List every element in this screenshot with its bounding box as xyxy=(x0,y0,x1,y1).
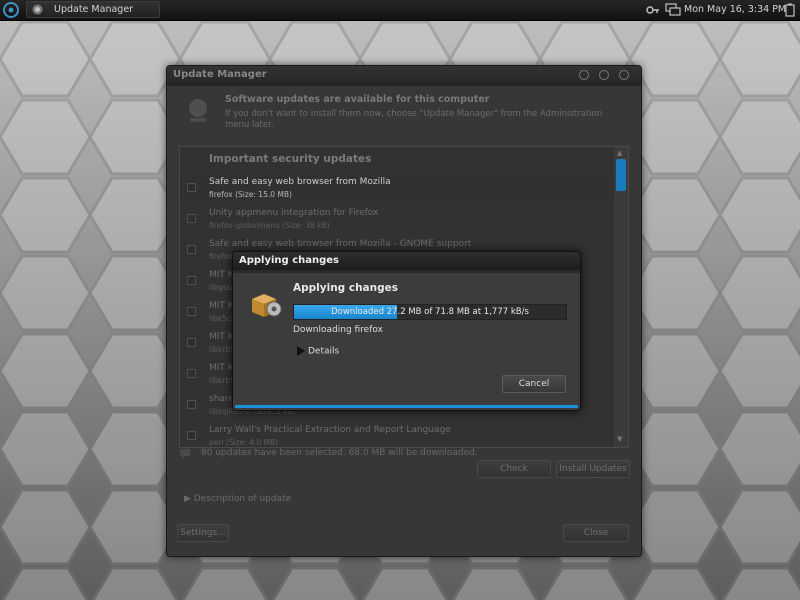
clock[interactable]: Mon May 16, 3:34 PM xyxy=(684,4,786,15)
update-checkbox[interactable] xyxy=(187,183,196,192)
update-checkbox[interactable] xyxy=(187,431,196,440)
update-package: firefox (Size: 15.0 MB) xyxy=(209,190,292,199)
list-item[interactable]: Larry Wall's Practical Extraction and Re… xyxy=(180,420,612,447)
description-expander[interactable]: ▶ Description of update xyxy=(184,494,291,504)
update-title: Unity appmenu integration for Firefox xyxy=(209,208,379,218)
top-panel: Update Manager Mon May 16, 3:34 PM xyxy=(0,0,800,21)
dialog-accent-bar xyxy=(235,405,578,408)
selection-status: 80 updates have been selected. 68.0 MB w… xyxy=(201,448,478,458)
description-label: Description of update xyxy=(193,494,292,504)
close-button[interactable]: Close xyxy=(563,524,629,542)
settings-button[interactable]: Settings... xyxy=(177,524,229,542)
menu-logo-icon[interactable] xyxy=(2,1,20,19)
window-titlebar[interactable]: Update Manager xyxy=(167,66,641,86)
update-title: Larry Wall's Practical Extraction and Re… xyxy=(209,425,451,435)
close-window-icon[interactable] xyxy=(619,70,629,80)
download-status: Downloading firefox xyxy=(293,325,383,335)
update-checkbox[interactable] xyxy=(187,214,196,223)
battery-icon[interactable] xyxy=(785,3,795,17)
update-title: Safe and easy web browser from Mozilla -… xyxy=(209,239,472,249)
list-scrollbar[interactable]: ▲ ▼ xyxy=(614,147,628,447)
taskbar-update-manager[interactable]: Update Manager xyxy=(26,1,160,18)
update-checkbox[interactable] xyxy=(187,245,196,254)
scroll-thumb[interactable] xyxy=(616,159,626,191)
details-label: Details xyxy=(308,346,340,357)
update-checkbox[interactable] xyxy=(187,338,196,347)
taskbar-label: Update Manager xyxy=(54,4,134,15)
cancel-button[interactable]: Cancel xyxy=(502,375,566,393)
info-heading: Software updates are available for this … xyxy=(225,94,490,105)
applying-changes-dialog: Applying changes Applying changes Downlo… xyxy=(232,251,581,411)
key-icon[interactable] xyxy=(646,3,660,17)
scroll-down-icon[interactable]: ▼ xyxy=(617,435,622,443)
expander-arrow-icon: ▶ xyxy=(184,494,194,504)
expander-arrow-icon xyxy=(297,346,305,356)
update-title: Safe and easy web browser from Mozilla xyxy=(209,177,391,187)
update-checkbox[interactable] xyxy=(187,369,196,378)
dialog-title: Applying changes xyxy=(239,255,339,266)
info-status-icon xyxy=(180,449,190,459)
dialog-heading: Applying changes xyxy=(293,282,398,294)
list-group-header: Important security updates xyxy=(209,153,372,165)
list-item[interactable]: Safe and easy web browser from Mozilla f… xyxy=(180,172,612,203)
update-manager-icon xyxy=(32,4,43,15)
network-icon[interactable] xyxy=(665,3,681,17)
update-checkbox[interactable] xyxy=(187,400,196,409)
update-package: firefox-globalmenu (Size: 38 kB) xyxy=(209,221,330,230)
scroll-up-icon[interactable]: ▲ xyxy=(617,149,622,157)
install-updates-button[interactable]: Install Updates xyxy=(556,460,630,478)
info-text: If you don't want to install them now, c… xyxy=(225,109,603,130)
details-expander[interactable]: Details xyxy=(297,346,339,357)
update-checkbox[interactable] xyxy=(187,276,196,285)
download-progress-bar: Downloaded 27.2 MB of 71.8 MB at 1,777 k… xyxy=(293,304,567,320)
list-item[interactable]: Unity appmenu integration for Firefox fi… xyxy=(180,203,612,234)
update-checkbox[interactable] xyxy=(187,307,196,316)
progress-text: Downloaded 27.2 MB of 71.8 MB at 1,777 k… xyxy=(331,307,529,317)
window-title: Update Manager xyxy=(173,69,267,80)
package-gear-icon xyxy=(252,294,282,317)
software-update-icon xyxy=(189,99,207,122)
maximize-icon[interactable] xyxy=(599,70,609,80)
check-button[interactable]: Check xyxy=(477,460,551,478)
minimize-icon[interactable] xyxy=(579,70,589,80)
dialog-titlebar[interactable]: Applying changes xyxy=(233,252,580,270)
update-package: perl (Size: 4.0 MB) xyxy=(209,438,279,447)
dialog-divider xyxy=(233,270,580,273)
